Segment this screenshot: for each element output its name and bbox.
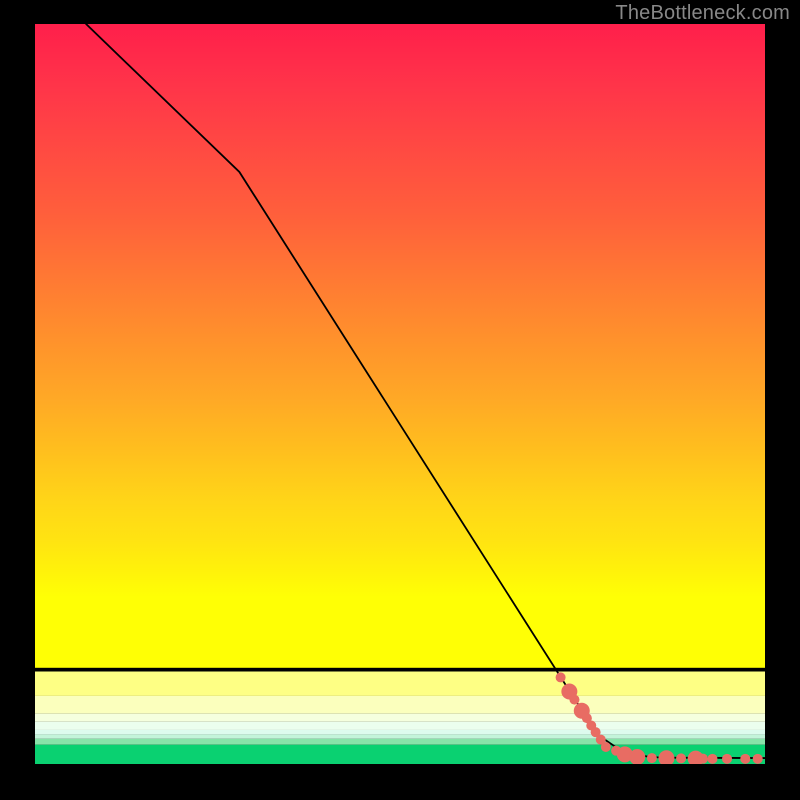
bg-band-1 xyxy=(35,672,765,696)
bg-band-6 xyxy=(35,734,765,738)
marker-8 xyxy=(601,742,611,752)
marker-19 xyxy=(740,754,750,764)
chart-frame: TheBottleneck.com xyxy=(0,0,800,800)
plot-area xyxy=(35,24,765,764)
bg-band-2 xyxy=(35,696,765,714)
bg-band-5 xyxy=(35,730,765,734)
bg-band-0 xyxy=(35,24,765,668)
plot-svg xyxy=(35,24,765,764)
watermark-text: TheBottleneck.com xyxy=(615,2,790,25)
marker-0 xyxy=(556,672,566,682)
marker-2 xyxy=(569,695,579,705)
marker-20 xyxy=(753,754,763,764)
marker-18 xyxy=(722,754,732,764)
bg-band-7 xyxy=(35,739,765,745)
marker-16 xyxy=(698,754,708,764)
marker-12 xyxy=(647,753,657,763)
bg-band-4 xyxy=(35,722,765,730)
marker-17 xyxy=(707,754,717,764)
bg-band-3 xyxy=(35,714,765,722)
marker-14 xyxy=(676,753,686,763)
